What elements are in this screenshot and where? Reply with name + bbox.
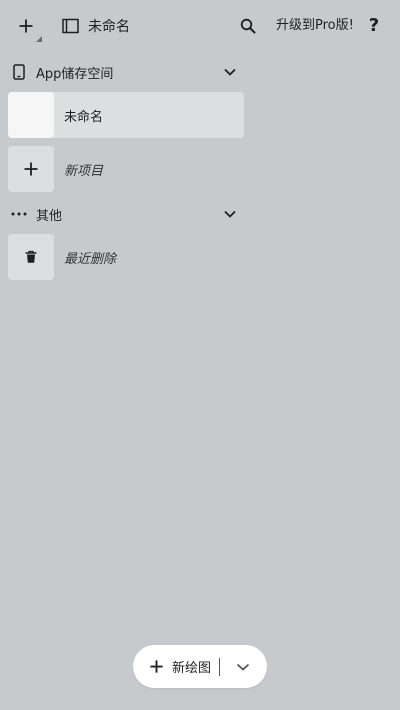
document-sidebar-icon bbox=[62, 18, 79, 34]
chevron-down-icon bbox=[224, 68, 236, 76]
corner-indicator bbox=[36, 36, 42, 42]
new-drawing-pill: 新绘图 bbox=[133, 645, 267, 688]
help-button[interactable]: ? bbox=[362, 12, 386, 40]
section-label: App储存空间 bbox=[36, 66, 114, 82]
trash-icon bbox=[25, 250, 37, 263]
top-toolbar: 未命名 升级到Pro版! ? bbox=[0, 0, 400, 52]
plus-icon bbox=[150, 660, 163, 673]
plus-icon bbox=[19, 19, 33, 33]
item-label: 新项目 bbox=[64, 163, 104, 179]
add-button[interactable] bbox=[10, 10, 42, 42]
plus-icon bbox=[24, 162, 38, 176]
tablet-icon bbox=[10, 63, 28, 81]
search-button[interactable] bbox=[234, 12, 262, 40]
section-other[interactable]: 其他 bbox=[0, 198, 248, 230]
new-project-thumbnail bbox=[8, 146, 54, 192]
recently-deleted-item[interactable]: 最近删除 bbox=[8, 234, 244, 280]
upgrade-pro-button[interactable]: 升级到Pro版! bbox=[276, 14, 354, 38]
divider bbox=[219, 657, 221, 676]
item-label: 未命名 bbox=[64, 109, 104, 125]
list-item-untitled[interactable]: 未命名 bbox=[8, 92, 244, 138]
new-drawing-button[interactable]: 新绘图 bbox=[133, 645, 211, 688]
new-project-button[interactable]: 新项目 bbox=[8, 146, 244, 192]
section-app-storage[interactable]: App储存空间 bbox=[0, 56, 248, 88]
chevron-down-icon bbox=[224, 210, 236, 218]
document-title-button[interactable]: 未命名 bbox=[62, 12, 130, 40]
section-label: 其他 bbox=[36, 208, 63, 224]
new-drawing-label: 新绘图 bbox=[172, 661, 212, 676]
new-drawing-options-button[interactable] bbox=[228, 645, 258, 688]
item-label: 最近删除 bbox=[64, 251, 117, 267]
trash-thumbnail bbox=[8, 234, 54, 280]
chevron-down-icon bbox=[236, 663, 250, 671]
document-title: 未命名 bbox=[88, 19, 130, 35]
more-horizontal-icon bbox=[10, 205, 28, 223]
search-icon bbox=[240, 18, 256, 34]
document-thumbnail bbox=[8, 92, 54, 138]
